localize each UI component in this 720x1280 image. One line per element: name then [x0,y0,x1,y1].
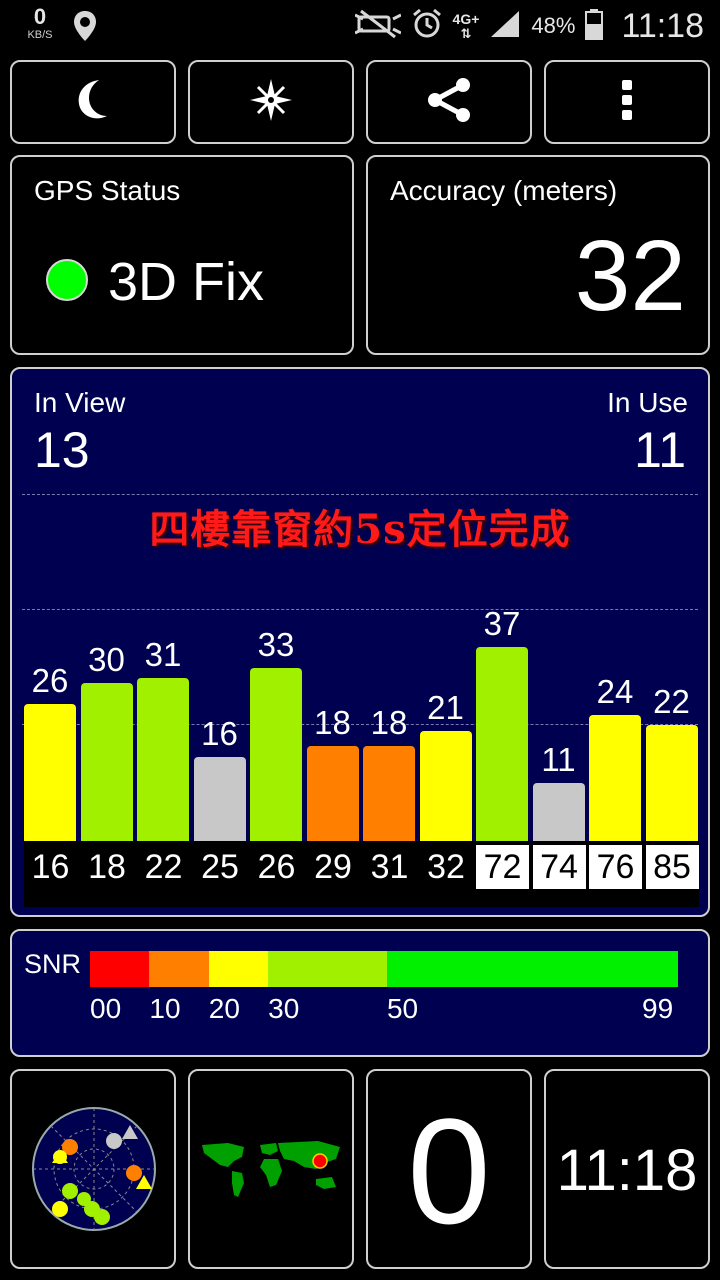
snr-bar-value: 33 [257,626,295,663]
prn-label: 22 [144,848,183,886]
prn-label: 29 [314,848,352,886]
snr-bar [589,715,641,841]
grid-line [22,494,698,495]
snr-bar-value: 22 [653,683,690,720]
signal-icon [489,9,521,44]
night-mode-button[interactable] [10,60,176,144]
snr-legend-panel: SNR 00 10 20 30 50 99 [10,929,710,1057]
share-button[interactable] [366,60,532,144]
snr-bar [24,704,76,841]
snr-scale-segment [386,951,678,987]
prn-label: 72 [476,845,529,889]
snr-bar-value: 24 [596,673,634,710]
sky-view-tile[interactable] [10,1069,176,1269]
snr-bar-value: 18 [314,704,351,741]
accuracy-value: 32 [574,220,686,332]
prn-label: 25 [201,848,239,886]
in-view-label: In View [34,387,126,418]
more-options-button[interactable] [544,60,710,144]
snr-bar-value: 37 [483,605,521,642]
night-mode-icon [73,78,113,127]
snr-bar [306,746,359,841]
counter-tile[interactable]: 0 [366,1069,532,1269]
snr-bar [419,731,472,841]
snr-bar [250,668,302,841]
snr-bar-value: 21 [427,689,464,726]
snr-scale-segment [90,951,150,987]
snr-bar [363,746,415,841]
snr-bar [193,757,246,841]
snr-scale-segment [149,951,209,987]
network-speed-value: 0 [33,4,47,29]
snr-tick-label: 20 [208,993,240,1024]
status-time: 11:18 [621,6,704,45]
snr-tick-label: 99 [642,993,674,1024]
share-icon [425,77,473,128]
accuracy-panel: Accuracy (meters) 32 [366,155,710,355]
more-options-icon [621,79,633,125]
in-view-count: 13 [34,422,90,478]
snr-bar [80,683,133,841]
mute-icon [353,9,402,44]
gps-status-panel: GPS Status 3D Fix [10,155,354,355]
snr-tick-label: 00 [90,993,122,1024]
prn-label: 76 [589,845,642,889]
snr-bar [476,647,528,841]
snr-bar-value: 26 [31,662,69,699]
snr-tick-label: 10 [149,993,181,1024]
snr-bar-value: 30 [88,641,125,678]
snr-bar [645,725,698,841]
snr-bar-value: 16 [201,715,238,752]
snr-bar [532,783,585,841]
location-pin-icon [72,10,98,47]
snr-label: SNR [24,949,82,979]
fix-indicator [46,259,88,301]
grid-line [22,609,698,610]
satellite-signal-panel: In View 13 In Use 11 四樓靠窗約5s定位完成 26 30 31 1… [10,367,710,917]
prn-label: 31 [370,848,409,886]
prn-strip: 16 18 22 25 26 29 31 32 72 74 76 85 [24,841,699,907]
world-map-icon [198,1139,346,1206]
battery-icon [585,8,604,45]
in-use-count: 11 [634,422,686,478]
network-type: 4G+ ⇅ [452,11,480,41]
snr-scale-segment [268,951,387,987]
accuracy-title: Accuracy (meters) [390,175,618,206]
sky-view-radar-icon [30,1105,158,1238]
world-map-tile[interactable] [188,1069,354,1269]
gps-status-title: GPS Status [34,175,181,206]
clock-tile[interactable]: 11:18 [544,1069,710,1269]
prn-label: 18 [88,848,126,886]
network-speed: 0 KB/S [20,6,60,41]
prn-label: 16 [31,848,70,886]
prn-label: 32 [427,848,465,886]
in-use-label: In Use [607,387,688,418]
prn-label: 26 [257,848,296,886]
battery-percent: 48% [531,13,576,38]
snr-bar-value: 31 [144,636,182,673]
note-overlay: 四樓靠窗約5s定位完成 [149,506,571,553]
compass-icon [248,77,294,128]
snr-tick-label: 50 [386,993,419,1024]
counter-value: 0 [407,1087,491,1255]
snr-tick-label: 30 [268,993,300,1024]
snr-bar-value: 11 [541,741,576,778]
alarm-icon [411,8,443,45]
snr-bar-value: 18 [370,704,408,741]
snr-bar [137,678,189,841]
status-bar: 0 KB/S 4G+ ⇅ 48% 11:18 [0,0,720,52]
snr-scale-segment [208,951,269,987]
prn-label: 74 [532,845,586,889]
prn-label: 85 [645,845,699,889]
fix-status: 3D Fix [108,252,265,312]
clock-value: 11:18 [556,1138,698,1203]
network-speed-unit: KB/S [27,29,53,41]
compass-button[interactable] [188,60,354,144]
